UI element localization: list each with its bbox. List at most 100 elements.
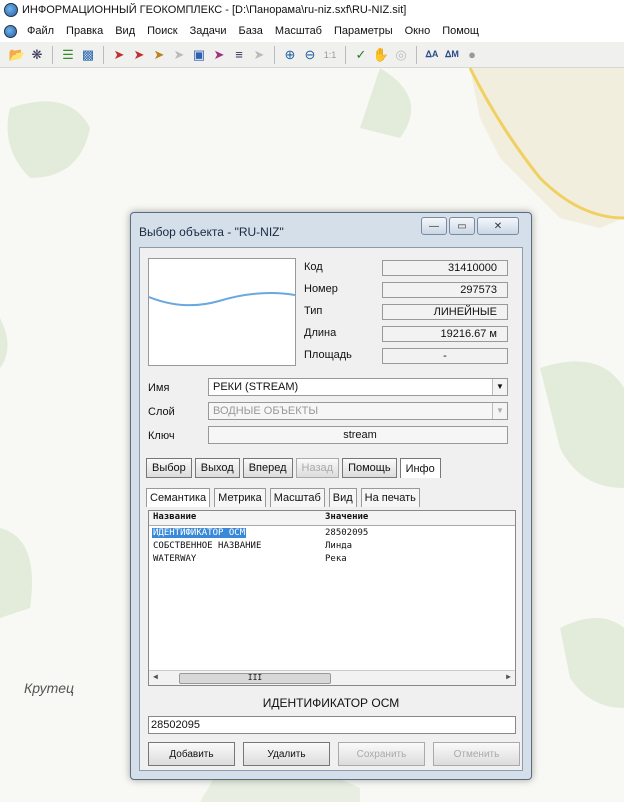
menu-parameters[interactable]: Параметры	[328, 25, 399, 37]
window-titlebar: ИНФОРМАЦИОННЫЙ ГЕОКОМПЛЕКС - [D:\Панорам…	[0, 0, 624, 20]
exit-button[interactable]: Выход	[194, 458, 240, 478]
select-arrow-icon[interactable]: ➤	[110, 46, 128, 64]
select-rect-icon[interactable]: ▣	[190, 46, 208, 64]
table-row[interactable]: WATERWAY Река	[149, 554, 515, 566]
row-name-cell: СОБСТВЕННОЕ НАЗВАНИЕ	[153, 541, 262, 551]
row-value-cell: Река	[325, 554, 347, 564]
select-disabled-icon[interactable]: ➤	[170, 46, 188, 64]
layer-label: Слой	[148, 406, 175, 418]
menu-tasks[interactable]: Задачи	[184, 25, 233, 37]
dialog-body: Код 31410000 Номер 297573 Тип ЛИНЕЙНЫЕ Д…	[139, 247, 523, 771]
table-row[interactable]: СОБСТВЕННОЕ НАЗВАНИЕ Линда	[149, 541, 515, 553]
menu-scale[interactable]: Масштаб	[269, 25, 328, 37]
menu-file[interactable]: Файл	[21, 25, 60, 37]
name-select[interactable]: РЕКИ (STREAM) ▼	[208, 378, 508, 396]
close-button[interactable]: ✕	[477, 217, 519, 235]
row-name-cell: WATERWAY	[153, 554, 197, 564]
dialog-title: Выбор объекта - "RU-NIZ"	[139, 225, 284, 239]
layer-select-value: ВОДНЫЕ ОБЪЕКТЫ	[213, 405, 319, 417]
select-area-icon[interactable]: ➤	[150, 46, 168, 64]
menu-edit[interactable]: Правка	[60, 25, 109, 37]
tab-view[interactable]: Вид	[328, 488, 357, 507]
zoom-actual-icon[interactable]: 1:1	[321, 46, 339, 64]
open-folder-icon[interactable]: 📂	[8, 46, 26, 64]
target-icon[interactable]: ◎	[392, 46, 410, 64]
toolbar-separator	[274, 45, 275, 64]
document-icon[interactable]: ▩	[79, 46, 97, 64]
tab-semantics[interactable]: Семантика	[146, 488, 211, 507]
number-label: Номер	[304, 283, 338, 295]
row-value-cell: 28502095	[325, 528, 369, 538]
cancel-button[interactable]: Отменить	[433, 742, 520, 766]
menu-view[interactable]: Вид	[109, 25, 141, 37]
number-value: 297573	[382, 282, 508, 298]
hand-pan-icon[interactable]: ✋	[372, 46, 390, 64]
layer-select[interactable]: ВОДНЫЕ ОБЪЕКТЫ ▼	[208, 402, 508, 420]
menu-bar: Файл Правка Вид Поиск Задачи База Масшта…	[0, 20, 624, 42]
zoom-out-icon[interactable]: ⊖	[301, 46, 319, 64]
row-value-cell: Линда	[325, 541, 353, 551]
delete-button[interactable]: Удалить	[243, 742, 330, 766]
measure-tool-icon[interactable]: ᐃM	[443, 46, 461, 64]
check-tool-icon[interactable]: ✓	[352, 46, 370, 64]
code-value: 31410000	[382, 260, 508, 276]
tab-scale[interactable]: Масштаб	[269, 488, 325, 507]
toolbar-separator	[52, 45, 53, 64]
select-off-icon[interactable]: ➤	[250, 46, 268, 64]
forest-area	[0, 528, 32, 618]
area-label: Площадь	[304, 349, 352, 361]
menu-help[interactable]: Помощ	[436, 25, 485, 37]
semantics-table[interactable]: Название Значение ИДЕНТИФИКАТОР ОСМ 2850…	[148, 510, 516, 686]
column-header-name[interactable]: Название	[153, 512, 196, 522]
attribute-value-input[interactable]: 28502095	[148, 716, 516, 734]
select-multi-icon[interactable]: ➤	[130, 46, 148, 64]
main-toolbar: 📂 ❋ ☰ ▩ ➤ ➤ ➤ ➤ ▣ ➤ ≡ ➤ ⊕ ⊖ 1:1 ✓ ✋ ◎ ᐃA…	[0, 42, 624, 68]
bug-icon[interactable]: ❋	[28, 46, 46, 64]
help-button[interactable]: Помощь	[342, 458, 397, 478]
chevron-down-icon[interactable]: ▼	[492, 403, 507, 419]
restore-button[interactable]: ▭	[449, 217, 475, 235]
select-obj-icon[interactable]: ➤	[210, 46, 228, 64]
back-button[interactable]: Назад	[295, 458, 340, 478]
scroll-thumb[interactable]: III	[179, 673, 331, 684]
table-row[interactable]: ИДЕНТИФИКАТОР ОСМ 28502095	[149, 528, 515, 540]
text-tool-icon[interactable]: ᐃA	[423, 46, 441, 64]
forest-area	[560, 618, 624, 708]
globe-icon	[4, 3, 18, 17]
tab-metrics[interactable]: Метрика	[214, 488, 266, 507]
place-label: Крутец	[24, 680, 75, 696]
toolbar-separator	[103, 45, 104, 64]
scroll-left-icon[interactable]: ◀	[153, 672, 158, 681]
save-button[interactable]: Сохранить	[338, 742, 425, 766]
length-label: Длина	[304, 327, 337, 339]
globe-icon[interactable]	[4, 24, 17, 38]
toolbar-separator	[416, 45, 417, 64]
selected-attribute-name: ИДЕНТИФИКАТОР ОСМ	[262, 696, 400, 710]
select-button[interactable]: Выбор	[146, 458, 192, 478]
circle-icon[interactable]: ●	[463, 46, 481, 64]
forward-button[interactable]: Вперед	[242, 458, 293, 478]
layers-icon[interactable]: ☰	[59, 46, 77, 64]
length-value: 19216.67 м	[382, 326, 508, 342]
type-value: ЛИНЕЙНЫЕ	[382, 304, 508, 320]
add-button[interactable]: Добавить	[148, 742, 235, 766]
object-select-dialog: Выбор объекта - "RU-NIZ" — ▭ ✕ Код 31410…	[130, 212, 532, 780]
chevron-down-icon[interactable]: ▼	[492, 379, 507, 395]
zoom-in-icon[interactable]: ⊕	[281, 46, 299, 64]
key-field[interactable]: stream	[208, 426, 508, 444]
object-preview	[148, 258, 296, 366]
minimize-button[interactable]: —	[421, 217, 447, 235]
info-button[interactable]: Инфо	[399, 458, 441, 478]
scroll-right-icon[interactable]: ▶	[506, 672, 511, 681]
menu-window[interactable]: Окно	[399, 25, 437, 37]
menu-search[interactable]: Поиск	[141, 25, 183, 37]
tab-print[interactable]: На печать	[360, 488, 420, 507]
column-header-value[interactable]: Значение	[325, 512, 368, 522]
forest-area	[7, 101, 90, 178]
horizontal-scrollbar[interactable]: ◀ III ▶	[149, 670, 515, 685]
list-icon[interactable]: ≡	[230, 46, 248, 64]
table-header: Название Значение	[149, 511, 515, 526]
menu-database[interactable]: База	[233, 25, 269, 37]
forest-area	[0, 318, 8, 368]
type-label: Тип	[304, 305, 323, 317]
